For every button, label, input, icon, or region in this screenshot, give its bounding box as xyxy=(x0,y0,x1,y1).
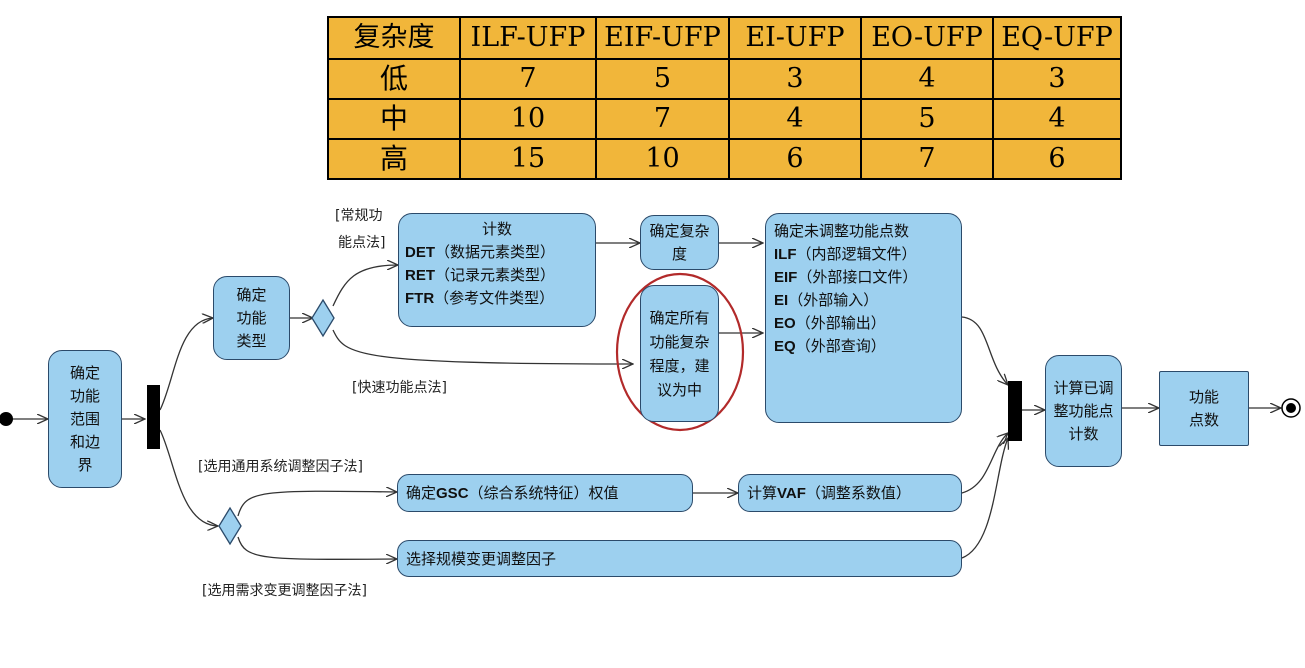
complexity-node-label: 确定复杂度 xyxy=(649,221,710,263)
vaf-node: 计算VAF（调整系数值） xyxy=(738,474,962,512)
gsc-pre: 确定 xyxy=(406,484,437,502)
scale-node: 选择规模变更调整因子 xyxy=(397,540,962,577)
ufp-item-abbr: EQ xyxy=(774,338,796,355)
ufp-title: 确定未调整功能点数 xyxy=(774,222,910,240)
count-item-desc: （记录元素类型） xyxy=(435,266,556,284)
count-item-abbr: FTR xyxy=(405,290,435,307)
function-points-node: 功能点数 xyxy=(1159,371,1249,446)
vaf-pre: 计算 xyxy=(747,484,778,502)
decision-diamond-upper xyxy=(311,298,335,338)
gsc-node: 确定GSC（综合系统特征）权值 xyxy=(397,474,693,512)
count-item-abbr: DET xyxy=(405,244,435,261)
type-node-label: 确定功能类型 xyxy=(236,285,267,350)
gsc-node-label: 确定GSC（综合系统特征）权值 xyxy=(406,484,619,502)
fork-bar xyxy=(147,385,160,449)
ufp-item-desc: （外部输入） xyxy=(788,291,879,309)
label-general: [选用通用系统调整因子法] xyxy=(198,459,363,475)
label-fast: [快速功能点法] xyxy=(352,380,447,396)
complexity-node: 确定复杂度 xyxy=(640,215,719,270)
ufp-item-abbr: ILF xyxy=(774,246,797,263)
count-item: FTR（参考文件类型） xyxy=(405,287,589,310)
count-item: DET（数据元素类型） xyxy=(405,241,589,264)
type-node: 确定功能类型 xyxy=(213,276,290,360)
gsc-abbr: GSC xyxy=(436,485,469,502)
adjusted-node-label: 计算已调整功能点计数 xyxy=(1053,378,1114,443)
ufp-item: EIF（外部接口文件） xyxy=(774,266,953,289)
ufp-item-abbr: EI xyxy=(774,292,789,309)
ufp-item-abbr: EIF xyxy=(774,269,798,286)
scope-node-label: 确定功能范围和边界 xyxy=(69,363,100,474)
ufp-item: EI（外部输入） xyxy=(774,289,953,312)
vaf-post: （调整系数值） xyxy=(805,484,911,502)
count-node: 计数 DET（数据元素类型） RET（记录元素类型） FTR（参考文件类型） xyxy=(398,213,596,327)
label-demand: [选用需求变更调整因子法] xyxy=(202,583,367,599)
ufp-item-desc: （外部查询） xyxy=(795,337,886,355)
count-item-desc: （参考文件类型） xyxy=(434,289,555,307)
all-medium-node-label: 确定所有功能复杂程度，建议为中 xyxy=(649,308,710,399)
decision-diamond-lower xyxy=(218,506,242,546)
count-item: RET（记录元素类型） xyxy=(405,264,589,287)
gsc-post: （综合系统特征）权值 xyxy=(468,484,619,502)
vaf-node-label: 计算VAF（调整系数值） xyxy=(747,484,911,502)
adjusted-node: 计算已调整功能点计数 xyxy=(1045,355,1122,467)
ufp-item: EQ（外部查询） xyxy=(774,335,953,358)
count-item-abbr: RET xyxy=(405,267,435,284)
label-regular-2: 能点法] xyxy=(338,235,386,251)
all-medium-node: 确定所有功能复杂程度，建议为中 xyxy=(640,285,719,422)
ufp-item-desc: （外部输出） xyxy=(795,314,886,332)
ufp-node: 确定未调整功能点数 ILF（内部逻辑文件） EIF（外部接口文件） EI（外部输… xyxy=(765,213,962,423)
ufp-item-desc: （内部逻辑文件） xyxy=(796,245,917,263)
start-node xyxy=(0,412,13,426)
ufp-item-desc: （外部接口文件） xyxy=(797,268,918,286)
vaf-abbr: VAF xyxy=(777,485,806,502)
label-regular-1: [常规功 xyxy=(335,208,383,224)
join-bar xyxy=(1008,381,1022,441)
count-item-desc: （数据元素类型） xyxy=(435,243,556,261)
scale-node-label: 选择规模变更调整因子 xyxy=(406,550,557,568)
ufp-item: ILF（内部逻辑文件） xyxy=(774,243,953,266)
count-title: 计数 xyxy=(481,220,512,238)
scope-node: 确定功能范围和边界 xyxy=(48,350,122,488)
ufp-item: EO（外部输出） xyxy=(774,312,953,335)
function-points-node-label: 功能点数 xyxy=(1188,387,1219,429)
ufp-item-abbr: EO xyxy=(774,315,796,332)
